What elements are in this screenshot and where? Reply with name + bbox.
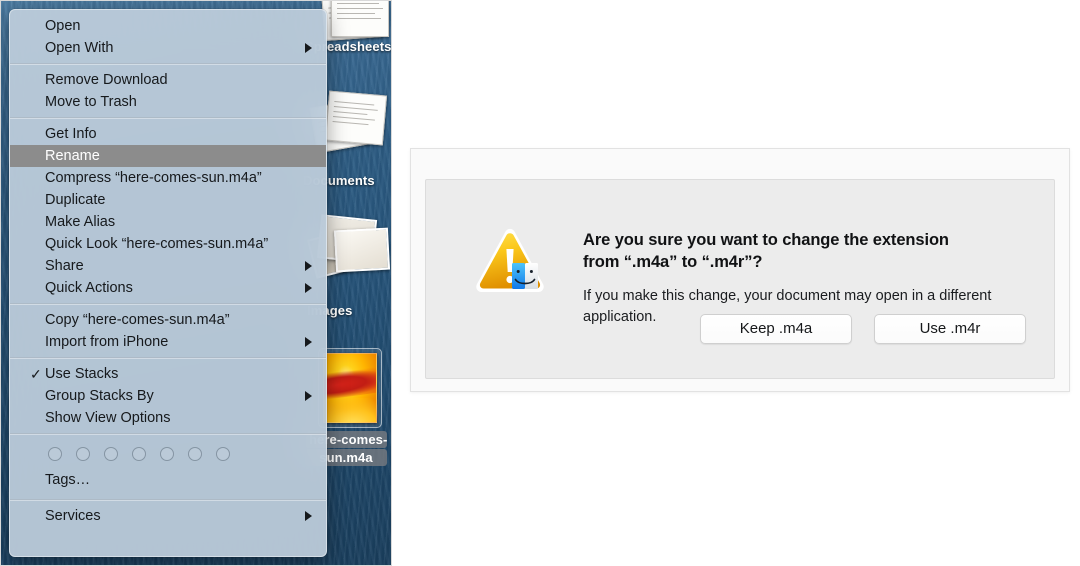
menu-item-label: Rename [45, 148, 100, 164]
tag-dot-4[interactable] [132, 447, 146, 461]
menu-item-label: Tags… [45, 472, 91, 488]
menu-item-tags[interactable]: Tags… [10, 469, 326, 491]
dialog-headline: Are you sure you want to change the exte… [583, 231, 949, 271]
menu-separator [10, 117, 326, 119]
tag-dot-6[interactable] [188, 447, 202, 461]
dialog-button-row: Keep .m4a Use .m4r [700, 314, 1026, 344]
menu-item-share[interactable]: Share [10, 255, 326, 277]
menu-item-label: Use Stacks [45, 366, 119, 382]
menu-item-label: Copy “here-comes-sun.m4a” [45, 312, 230, 328]
checkmark-icon: ✓ [30, 366, 42, 382]
tag-dot-1[interactable] [48, 447, 62, 461]
menu-item-quick-actions[interactable]: Quick Actions [10, 277, 326, 299]
menu-item-group-stacks-by[interactable]: Group Stacks By [10, 385, 326, 407]
menu-item-use-stacks[interactable]: ✓ Use Stacks [10, 363, 326, 385]
menu-item-copy[interactable]: Copy “here-comes-sun.m4a” [10, 309, 326, 331]
menu-item-label: Get Info [45, 126, 97, 142]
keep-extension-button[interactable]: Keep .m4a [700, 314, 852, 344]
chevron-right-icon [305, 391, 312, 401]
tag-dot-3[interactable] [104, 447, 118, 461]
menu-item-get-info[interactable]: Get Info [10, 123, 326, 145]
chevron-right-icon [305, 283, 312, 293]
menu-item-label: Open With [45, 40, 114, 56]
menu-separator [10, 303, 326, 305]
menu-item-label: Group Stacks By [45, 388, 154, 404]
menu-item-label: Duplicate [45, 192, 106, 208]
chevron-right-icon [305, 337, 312, 347]
menu-item-label: Move to Trash [45, 94, 137, 110]
use-extension-button[interactable]: Use .m4r [874, 314, 1026, 344]
menu-item-label: Open [45, 18, 81, 34]
menu-item-compress[interactable]: Compress “here-comes-sun.m4a” [10, 167, 326, 189]
menu-item-label: Quick Look “here-comes-sun.m4a” [45, 236, 269, 252]
menu-item-open[interactable]: Open [10, 15, 326, 37]
extension-change-dialog: Are you sure you want to change the exte… [410, 148, 1070, 392]
menu-separator [10, 499, 326, 501]
tag-dot-5[interactable] [160, 447, 174, 461]
chevron-right-icon [305, 43, 312, 53]
menu-item-duplicate[interactable]: Duplicate [10, 189, 326, 211]
photo-thumbnail [333, 227, 391, 273]
menu-item-label: Services [45, 508, 101, 524]
finder-context-menu[interactable]: Open Open With Remove Download Move to T… [9, 9, 327, 557]
warning-triangle-finder-icon [471, 224, 555, 304]
menu-item-show-view-options[interactable]: Show View Options [10, 407, 326, 429]
menu-item-quick-look[interactable]: Quick Look “here-comes-sun.m4a” [10, 233, 326, 255]
menu-item-rename[interactable]: Rename [10, 145, 326, 167]
menu-item-label: Share [45, 258, 84, 274]
dialog-text-block: Are you sure you want to change the exte… [583, 230, 1030, 328]
menu-item-label: Import from iPhone [45, 334, 169, 350]
menu-item-label: Show View Options [45, 410, 171, 426]
menu-item-label: Make Alias [45, 214, 116, 230]
stack-spreadsheets-thumbnail[interactable] [319, 1, 389, 41]
menu-item-move-to-trash[interactable]: Move to Trash [10, 91, 326, 113]
tag-color-row[interactable] [10, 439, 326, 467]
menu-item-make-alias[interactable]: Make Alias [10, 211, 326, 233]
dialog-panel: Are you sure you want to change the exte… [425, 179, 1055, 379]
album-artwork-thumbnail[interactable] [323, 353, 377, 423]
menu-item-remove-download[interactable]: Remove Download [10, 69, 326, 91]
chevron-right-icon [305, 261, 312, 271]
menu-separator [10, 433, 326, 435]
chevron-right-icon [305, 511, 312, 521]
menu-item-label: Remove Download [45, 72, 168, 88]
tag-dot-7[interactable] [216, 447, 230, 461]
sheet-page [331, 1, 389, 37]
menu-item-import-from-iphone[interactable]: Import from iPhone [10, 331, 326, 353]
menu-separator [10, 357, 326, 359]
menu-separator [10, 63, 326, 65]
tag-dot-2[interactable] [76, 447, 90, 461]
menu-item-services[interactable]: Services [10, 505, 326, 527]
menu-item-label: Quick Actions [45, 280, 133, 296]
desktop-screenshot-panel: Spreadsheets Documents Images here-comes… [0, 0, 392, 566]
menu-item-label: Compress “here-comes-sun.m4a” [45, 170, 262, 186]
menu-item-open-with[interactable]: Open With [10, 37, 326, 59]
sheet-page [324, 90, 388, 146]
